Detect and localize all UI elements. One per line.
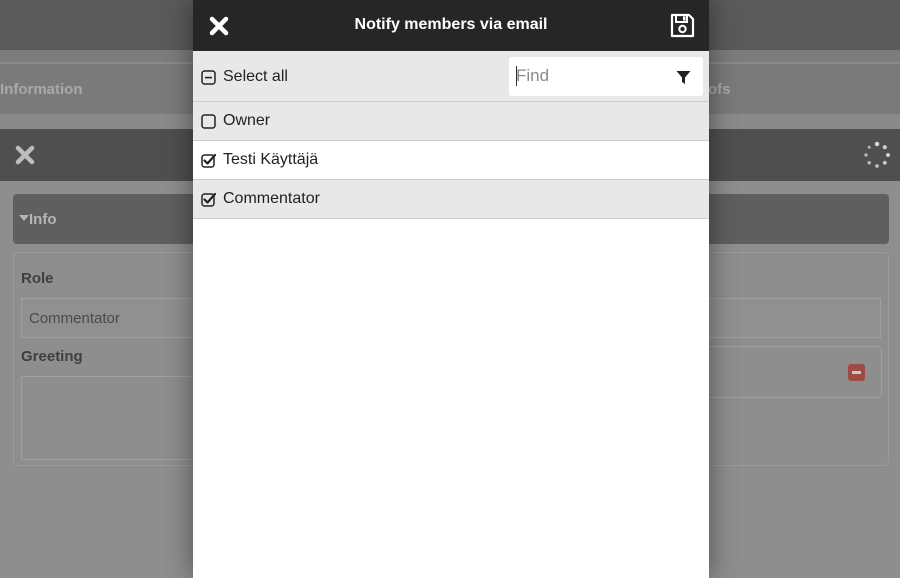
member-label: Owner xyxy=(223,112,271,129)
caret-down-icon xyxy=(19,215,29,221)
checkbox-checked-icon xyxy=(201,192,216,207)
greeting-field[interactable] xyxy=(21,376,211,460)
filter-funnel-icon[interactable] xyxy=(676,70,691,85)
remove-icon[interactable] xyxy=(848,364,865,381)
info-section-title: Info xyxy=(19,211,57,228)
dialog-toolbar: Select all xyxy=(193,51,709,102)
tab-information[interactable]: Information xyxy=(0,81,83,98)
role-value: Commentator xyxy=(29,310,120,327)
role-label: Role xyxy=(21,270,54,287)
checkbox-indeterminate-icon xyxy=(201,69,216,85)
member-label: Commentator xyxy=(223,190,320,207)
checkbox-checked-icon xyxy=(201,153,216,168)
select-all-label: Select all xyxy=(223,68,288,85)
dialog-title: Notify members via email xyxy=(354,16,548,33)
close-icon[interactable] xyxy=(14,144,36,166)
member-row-testi-kayttaja[interactable]: Testi Käyttäjä xyxy=(193,141,709,180)
greeting-label: Greeting xyxy=(21,348,83,365)
find-input[interactable] xyxy=(516,65,666,87)
checkbox-unchecked-icon xyxy=(201,113,216,129)
loading-spinner-icon xyxy=(864,141,890,168)
member-label: Testi Käyttäjä xyxy=(223,151,319,168)
text-cursor xyxy=(516,66,517,86)
info-section-label: Info xyxy=(29,211,57,228)
tab-right-partial[interactable]: ofs xyxy=(708,81,731,98)
select-all-checkbox[interactable]: Select all xyxy=(201,68,288,86)
member-row-commentator[interactable]: Commentator xyxy=(193,180,709,219)
member-row-owner[interactable]: Owner xyxy=(193,102,709,141)
dialog-header: Notify members via email xyxy=(193,0,709,51)
find-box xyxy=(509,57,703,96)
notify-members-dialog: Notify members via email Select all Find… xyxy=(193,0,709,578)
floppy-disk-icon[interactable] xyxy=(669,12,696,39)
